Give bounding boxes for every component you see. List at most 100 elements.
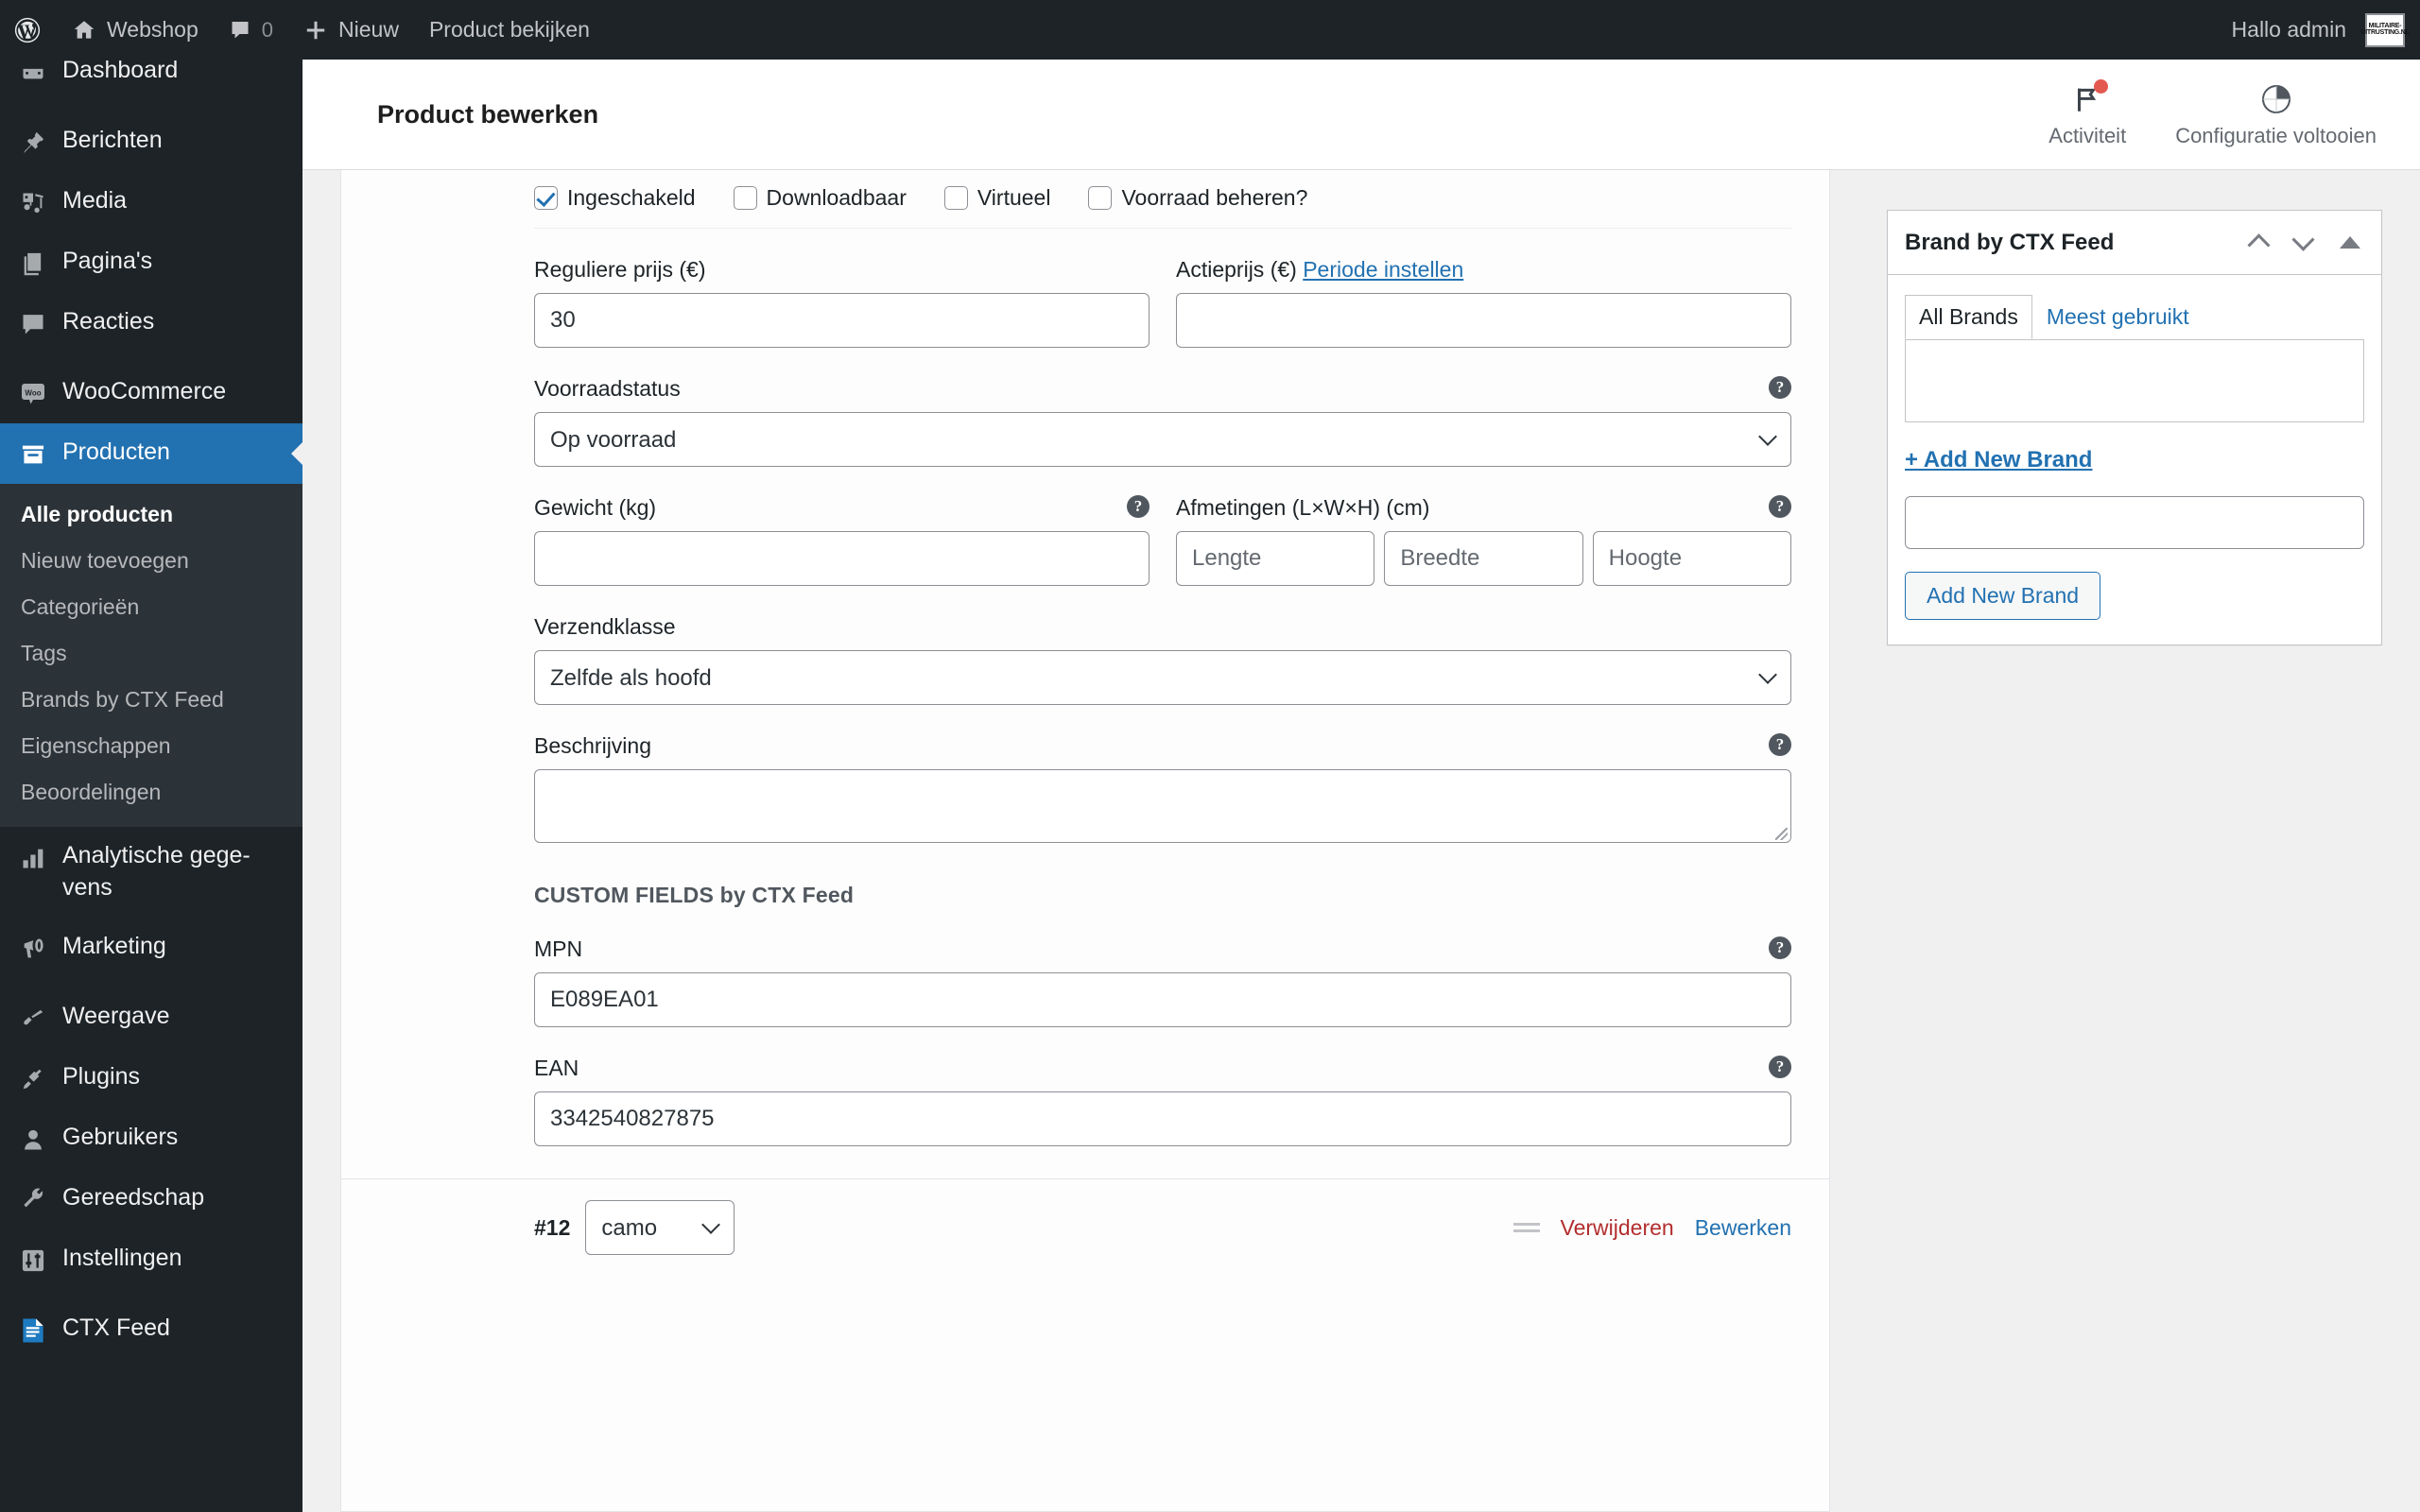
sidebar-item-plugins[interactable]: Plugins xyxy=(0,1048,302,1108)
shipping-class-label: Verzendklasse xyxy=(534,614,676,639)
edit-variation-link[interactable]: Bewerken xyxy=(1695,1215,1791,1241)
woocommerce-page-header: Product bewerken Activiteit Configuratie… xyxy=(302,60,2420,170)
virtual-label[interactable]: Virtueel xyxy=(977,185,1051,211)
submenu-item-brands-by-ctx-feed[interactable]: Brands by CTX Feed xyxy=(0,677,302,723)
chevron-up-icon xyxy=(2247,233,2271,257)
checkbox-row-virtueel[interactable]: Virtueel xyxy=(943,185,1051,211)
mpn-field: MPN ? xyxy=(534,936,1791,1027)
dimension-width-input[interactable] xyxy=(1384,531,1583,586)
checkbox-row-voorraad-beheren[interactable]: Voorraad beheren? xyxy=(1088,185,1307,211)
tab-all-brands[interactable]: All Brands xyxy=(1905,295,2032,339)
sidebar-item-marketing[interactable]: Marketing xyxy=(0,918,302,978)
variation-attribute-select[interactable]: camo xyxy=(585,1200,735,1255)
checkbox-row-downloadbaar[interactable]: Downloadbaar xyxy=(733,185,907,211)
remove-variation-link[interactable]: Verwijderen xyxy=(1561,1215,1674,1241)
submenu-item-categorieen[interactable]: Categorieën xyxy=(0,584,302,630)
help-tip-icon[interactable]: ? xyxy=(1769,1056,1791,1078)
checkbox-row-ingeschakeld[interactable]: Ingeschakeld xyxy=(534,185,696,211)
activity-label: Activiteit xyxy=(2048,124,2127,147)
sidebar-item-paginas[interactable]: Pagina's xyxy=(0,232,302,293)
sidebar-item-gereedschap[interactable]: Gereedschap xyxy=(0,1169,302,1229)
activity-panel-button[interactable]: Activiteit xyxy=(2024,75,2151,154)
help-tip-icon[interactable]: ? xyxy=(1769,733,1791,756)
help-tip-icon[interactable]: ? xyxy=(1769,936,1791,959)
sidebar-item-woocommerce[interactable]: Woo WooCommerce xyxy=(0,363,302,423)
new-content-label: Nieuw xyxy=(338,17,399,42)
sidebar-item-media[interactable]: Media xyxy=(0,172,302,232)
help-tip-icon[interactable]: ? xyxy=(1769,376,1791,399)
submenu-item-tags[interactable]: Tags xyxy=(0,630,302,677)
setup-progress-button[interactable]: Configuratie voltooien xyxy=(2151,75,2401,154)
downloadable-label[interactable]: Downloadbaar xyxy=(767,185,907,211)
sale-price-label-text: Actieprijs (€) xyxy=(1176,257,1297,282)
sidebar-item-ctx-feed[interactable]: CTX Feed xyxy=(0,1299,302,1360)
drag-handle-icon[interactable] xyxy=(1512,1223,1540,1232)
sidebar-item-weergave[interactable]: Weergave xyxy=(0,988,302,1048)
ean-label: EAN xyxy=(534,1056,579,1080)
help-tip-icon[interactable]: ? xyxy=(1769,495,1791,518)
weight-input[interactable] xyxy=(534,531,1150,586)
move-down-button[interactable] xyxy=(2291,228,2315,254)
dimensions-field: Afmetingen (L×W×H) (cm) ? xyxy=(1176,495,1791,586)
custom-fields-title: CUSTOM FIELDS by CTX Feed xyxy=(534,883,855,907)
view-product-menu-item[interactable]: Product bekijken xyxy=(414,0,605,60)
new-brand-name-input[interactable] xyxy=(1905,496,2364,549)
comment-bubble-icon xyxy=(229,19,251,42)
submenu-item-eigenschappen[interactable]: Eigenschappen xyxy=(0,723,302,769)
sidebar-item-label: Dashboard xyxy=(62,57,179,83)
sidebar-item-label: Pagina's xyxy=(62,248,153,274)
toggle-panel-button[interactable] xyxy=(2336,232,2364,252)
submenu-item-nieuw-toevoegen[interactable]: Nieuw toevoegen xyxy=(0,538,302,584)
comments-menu-item[interactable]: 0 xyxy=(214,0,288,60)
ean-input[interactable] xyxy=(534,1091,1791,1146)
add-new-brand-button[interactable]: Add New Brand xyxy=(1905,572,2101,620)
sidebar-item-analytische-gegevens[interactable]: Analytische gege-vens xyxy=(0,827,302,918)
schedule-sale-link[interactable]: Periode instellen xyxy=(1303,257,1463,282)
add-new-brand-link[interactable]: + Add New Brand xyxy=(1905,447,2092,473)
sale-price-input[interactable] xyxy=(1176,293,1791,348)
enabled-checkbox[interactable] xyxy=(534,186,558,210)
sidebar-item-instellingen[interactable]: Instellingen xyxy=(0,1229,302,1290)
site-name-menu-item[interactable]: Webshop xyxy=(57,0,214,60)
enabled-label[interactable]: Ingeschakeld xyxy=(567,185,696,211)
metabox-handle-actions xyxy=(2247,228,2364,257)
metabox-body: All Brands Meest gebruikt + Add New Bran… xyxy=(1888,275,2381,644)
megaphone-icon xyxy=(17,933,49,965)
stock-status-select[interactable]: Op voorraad xyxy=(534,412,1791,467)
media-icon xyxy=(17,187,49,219)
move-up-button[interactable] xyxy=(2247,231,2271,257)
wordpress-logo-icon xyxy=(13,16,42,44)
sidebar-item-producten[interactable]: Producten xyxy=(0,423,302,484)
woo-icon: Woo xyxy=(17,378,49,410)
tab-meest-gebruikt[interactable]: Meest gebruikt xyxy=(2032,295,2204,339)
description-textarea[interactable] xyxy=(534,769,1791,843)
submenu-item-beoordelingen[interactable]: Beoordelingen xyxy=(0,769,302,816)
user-icon xyxy=(17,1124,49,1156)
paintbrush-icon xyxy=(17,1003,49,1035)
wp-logo-menu-item[interactable] xyxy=(0,0,57,60)
help-tip-icon[interactable]: ? xyxy=(1127,495,1150,518)
downloadable-checkbox[interactable] xyxy=(733,186,757,210)
dimension-height-input[interactable] xyxy=(1592,531,1791,586)
dimension-length-input[interactable] xyxy=(1176,531,1375,586)
sidebar-item-reacties[interactable]: Reacties xyxy=(0,293,302,353)
shipping-class-select[interactable]: Zelfde als hoofd xyxy=(534,650,1791,705)
submenu-item-alle-producten[interactable]: Alle producten xyxy=(0,491,302,538)
chevron-down-icon xyxy=(2291,228,2315,251)
dimensions-label: Afmetingen (L×W×H) (cm) xyxy=(1176,495,1430,520)
sidebar-item-gebruikers[interactable]: Gebruikers xyxy=(0,1108,302,1169)
regular-price-input[interactable] xyxy=(534,293,1150,348)
mpn-label: MPN xyxy=(534,936,583,961)
sidebar-item-berichten[interactable]: Berichten xyxy=(0,112,302,172)
sidebar-item-label: Instellingen xyxy=(62,1244,182,1271)
new-content-menu-item[interactable]: Nieuw xyxy=(288,0,414,60)
sidebar-item-label: Media xyxy=(62,187,128,214)
mpn-input[interactable] xyxy=(534,972,1791,1027)
brand-checklist[interactable] xyxy=(1905,339,2364,422)
virtual-checkbox[interactable] xyxy=(943,186,968,210)
ean-field: EAN ? xyxy=(534,1056,1791,1146)
admin-sidebar-menu: Dashboard Berichten Media Pagina's React… xyxy=(0,0,302,1512)
manage-stock-label[interactable]: Voorraad beheren? xyxy=(1121,185,1307,211)
my-account-menu-item[interactable]: Hallo admin xyxy=(2219,0,2352,60)
manage-stock-checkbox[interactable] xyxy=(1088,186,1113,210)
